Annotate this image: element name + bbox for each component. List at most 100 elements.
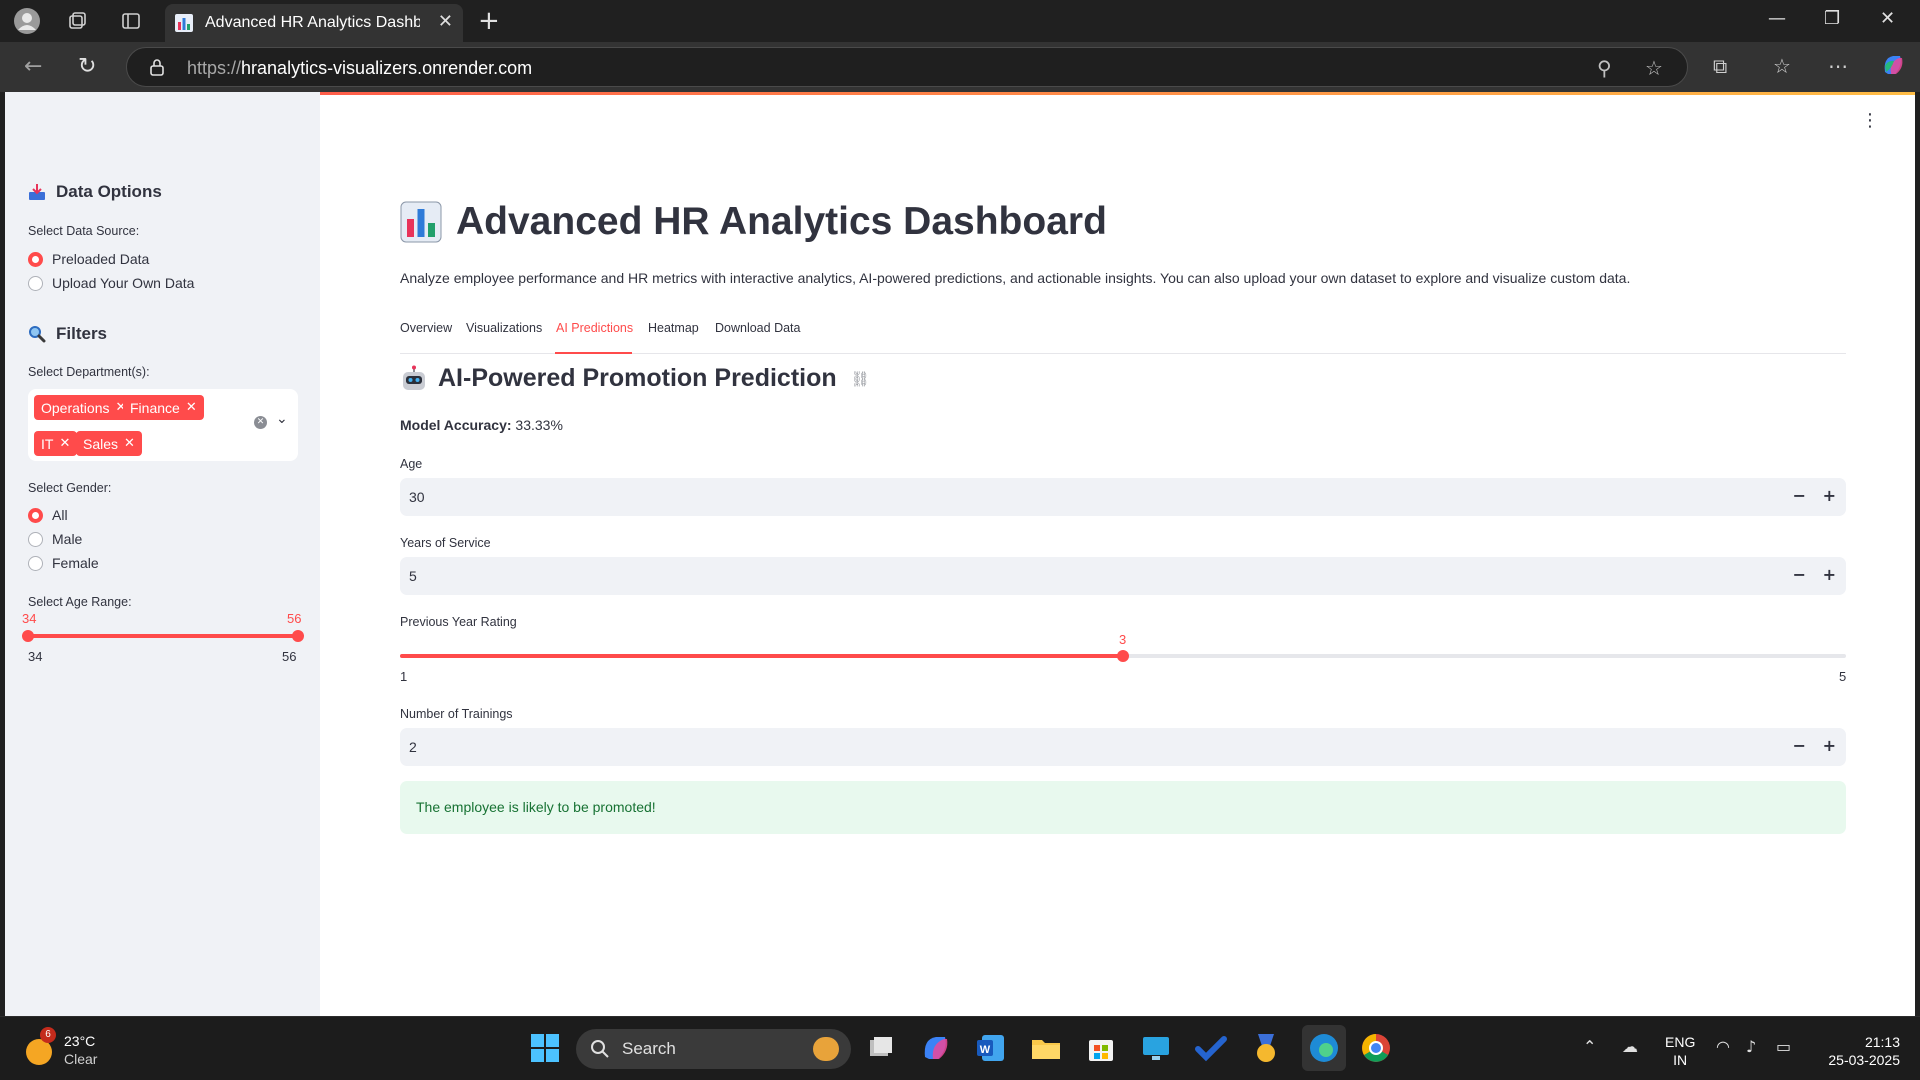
radio-label: Female xyxy=(52,555,99,571)
clear-all-icon[interactable]: ✕ xyxy=(254,416,267,429)
trainings-input[interactable]: 2 − + xyxy=(400,728,1846,766)
age-label: Age xyxy=(400,457,423,471)
trainings-label: Number of Trainings xyxy=(400,707,513,721)
decrement-button[interactable]: − xyxy=(1793,486,1806,505)
clock-date: 25-03-2025 xyxy=(1828,1052,1900,1068)
filters-heading: Filters xyxy=(28,324,107,344)
age-range-high-thumb[interactable] xyxy=(292,630,304,642)
radio-preloaded-data[interactable]: Preloaded Data xyxy=(28,251,149,267)
chip-operations[interactable]: Operations ✕ xyxy=(34,395,134,420)
intro-text: Analyze employee performance and HR metr… xyxy=(400,270,1631,286)
profile-icon[interactable] xyxy=(14,8,40,34)
tab-download-data[interactable]: Download Data xyxy=(715,321,800,335)
back-icon[interactable]: ← xyxy=(24,54,42,79)
word-icon[interactable]: W xyxy=(974,1031,1008,1065)
radio-upload-data[interactable]: Upload Your Own Data xyxy=(28,275,194,291)
more-icon[interactable]: ⋯ xyxy=(1828,54,1848,78)
radio-label: Upload Your Own Data xyxy=(52,275,195,291)
edge-browser-icon[interactable] xyxy=(1302,1025,1346,1071)
department-multiselect[interactable]: Operations ✕ Finance ✕ IT ✕ Sales ✕ ✕ ⌄ xyxy=(28,389,298,461)
file-explorer-icon[interactable] xyxy=(1029,1031,1063,1065)
chip-it[interactable]: IT ✕ xyxy=(34,431,78,456)
chip-finance[interactable]: Finance ✕ xyxy=(123,395,204,420)
decrement-button[interactable]: − xyxy=(1793,565,1806,584)
task-view-icon[interactable] xyxy=(864,1031,898,1065)
increment-button[interactable]: + xyxy=(1823,486,1836,505)
chevron-down-icon[interactable]: ⌄ xyxy=(276,411,288,427)
data-options-heading: Data Options xyxy=(28,182,162,202)
extensions-icon[interactable]: ⧉ xyxy=(1713,54,1727,78)
chart-favicon xyxy=(175,14,193,32)
rating-slider[interactable] xyxy=(400,650,1846,662)
browser-titlebar: Advanced HR Analytics Dashboard ✕ + — ❐ … xyxy=(0,0,1920,42)
volume-icon[interactable]: ♪ xyxy=(1746,1037,1756,1056)
link-icon[interactable]: ⛓ xyxy=(851,370,870,388)
store-icon[interactable] xyxy=(1084,1031,1118,1065)
data-source-label: Select Data Source: xyxy=(28,224,140,238)
close-tab-icon[interactable]: ✕ xyxy=(438,11,453,32)
tab-visualizations[interactable]: Visualizations xyxy=(466,321,542,335)
browser-tab-active[interactable]: Advanced HR Analytics Dashboard ✕ xyxy=(165,4,463,42)
radio-gender-female[interactable]: Female xyxy=(28,555,99,571)
language-indicator[interactable]: ENG IN xyxy=(1665,1033,1695,1069)
chrome-icon[interactable] xyxy=(1359,1031,1393,1065)
tab-ai-predictions[interactable]: AI Predictions xyxy=(556,321,633,335)
tab-heatmap[interactable]: Heatmap xyxy=(648,321,699,335)
copilot-app-icon[interactable] xyxy=(919,1031,953,1065)
medal-app-icon[interactable] xyxy=(1249,1031,1283,1065)
todo-icon[interactable] xyxy=(1194,1031,1228,1065)
radio-gender-male[interactable]: Male xyxy=(28,531,82,547)
filters-heading-text: Filters xyxy=(56,324,108,343)
chip-remove-icon[interactable]: ✕ xyxy=(124,436,135,451)
address-bar[interactable]: https://hranalytics-visualizers.onrender… xyxy=(126,47,1688,87)
chip-remove-icon[interactable]: ✕ xyxy=(59,436,70,451)
radio-dot-selected xyxy=(28,251,43,267)
sidebar: Data Options Select Data Source: Preload… xyxy=(5,92,320,1016)
new-tab-icon[interactable]: + xyxy=(478,6,500,36)
age-range-min-tick: 34 xyxy=(28,649,43,664)
data-options-heading-text: Data Options xyxy=(56,182,162,201)
refresh-icon[interactable]: ↻ xyxy=(78,54,96,79)
onedrive-icon[interactable]: ☁ xyxy=(1622,1037,1638,1056)
url-protocol: https:// xyxy=(187,58,242,78)
age-range-low-thumb[interactable] xyxy=(22,630,34,642)
radio-dot-selected xyxy=(28,507,43,523)
start-icon[interactable] xyxy=(528,1031,562,1065)
lock-icon xyxy=(150,59,164,76)
workspaces-icon[interactable] xyxy=(64,8,90,34)
age-range-slider[interactable] xyxy=(22,630,304,642)
chip-remove-icon[interactable]: ✕ xyxy=(186,400,197,415)
increment-button[interactable]: + xyxy=(1823,736,1836,755)
radio-gender-all[interactable]: All xyxy=(28,507,68,523)
zoom-icon[interactable]: ⚲ xyxy=(1597,56,1612,80)
restore-icon[interactable]: ❐ xyxy=(1824,8,1840,29)
age-range-max-tick: 56 xyxy=(282,649,297,664)
accuracy-value: 33.33% xyxy=(515,417,563,433)
gender-label: Select Gender: xyxy=(28,481,112,495)
url-host: hranalytics-visualizers.onrender.com xyxy=(241,58,533,78)
tab-actions-icon[interactable] xyxy=(118,8,144,34)
taskbar-search[interactable]: Search xyxy=(576,1029,851,1069)
rating-slider-thumb[interactable] xyxy=(1117,650,1129,662)
age-input[interactable]: 30 − + xyxy=(400,478,1846,516)
battery-icon[interactable]: ▭ xyxy=(1776,1037,1791,1056)
decrement-button[interactable]: − xyxy=(1793,736,1806,755)
favorite-star-icon[interactable]: ☆ xyxy=(1645,56,1663,80)
years-of-service-input[interactable]: 5 − + xyxy=(400,557,1846,595)
chip-sales[interactable]: Sales ✕ xyxy=(76,431,142,456)
minimize-icon[interactable]: — xyxy=(1768,8,1786,29)
chip-label: IT xyxy=(41,435,54,452)
prediction-result-text: The employee is likely to be promoted! xyxy=(416,799,656,815)
favorites-icon[interactable]: ☆ xyxy=(1773,54,1791,78)
kebab-menu-icon[interactable]: ⋮ xyxy=(1861,112,1879,130)
copilot-icon[interactable] xyxy=(1880,52,1906,83)
clock[interactable]: 21:13 25-03-2025 xyxy=(1828,1033,1900,1069)
wifi-icon[interactable]: ◠ xyxy=(1716,1037,1730,1056)
chevron-up-icon[interactable]: ⌃ xyxy=(1583,1037,1596,1056)
search-label: Search xyxy=(622,1039,676,1058)
remote-desktop-icon[interactable] xyxy=(1139,1031,1173,1065)
tab-overview[interactable]: Overview xyxy=(400,321,452,335)
weather-widget[interactable]: 6 23°C Clear xyxy=(24,1027,144,1071)
increment-button[interactable]: + xyxy=(1823,565,1836,584)
close-window-icon[interactable]: ✕ xyxy=(1880,8,1895,29)
